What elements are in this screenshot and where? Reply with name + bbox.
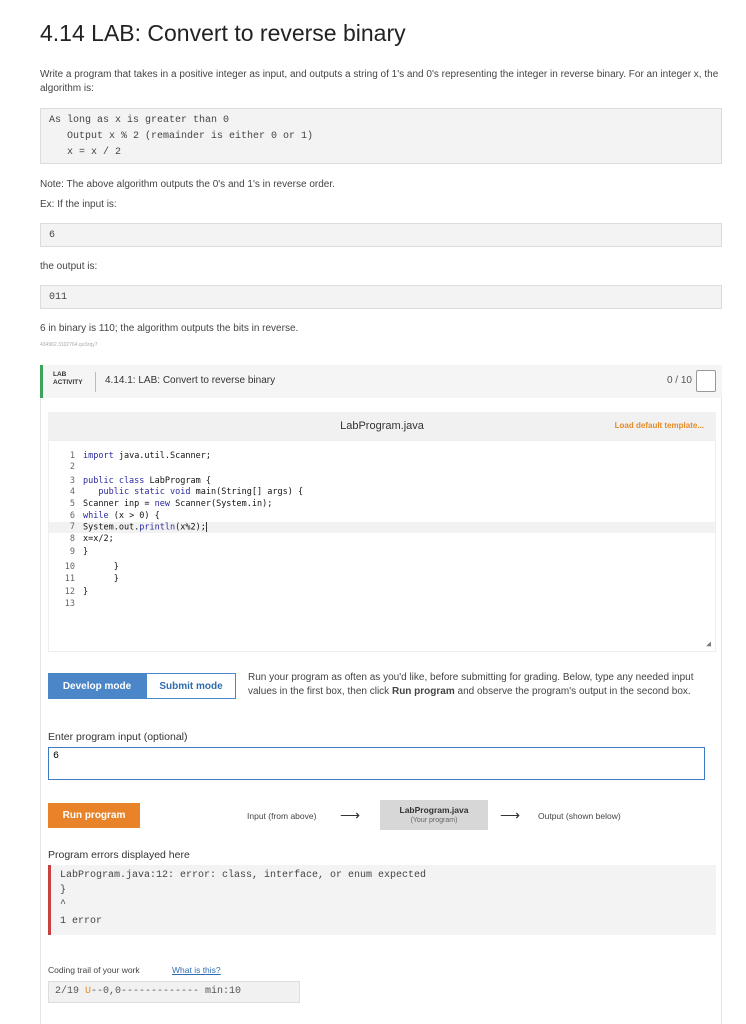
lab-activity-header: LAB ACTIVITY 4.14.1: LAB: Convert to rev… xyxy=(40,365,722,398)
code-line: 6 while (x > 0) { xyxy=(49,511,715,522)
code-text: Scanner inp = new Scanner(System.in); xyxy=(83,499,273,509)
code-text: } xyxy=(83,562,119,572)
coding-trail-label: Coding trail of your work xyxy=(48,965,140,975)
error-line: LabProgram.java:12: error: class, interf… xyxy=(60,870,427,881)
line-number: 2 xyxy=(69,462,75,472)
example-output-value: 011 xyxy=(49,292,68,303)
code-text: public class LabProgram { xyxy=(83,476,211,486)
run-program-button[interactable]: Run program xyxy=(48,803,140,828)
lab-tag-line: ACTIVITY xyxy=(53,379,83,386)
code-text: } xyxy=(83,587,89,597)
submit-mode-button[interactable]: Submit mode xyxy=(146,673,236,699)
line-number: 5 xyxy=(69,499,75,509)
run-desc-text: and observe the program's output in the … xyxy=(454,686,691,697)
code-line: 8 x=x/2; xyxy=(49,534,715,545)
lab-tag-line: LAB xyxy=(53,371,67,378)
lab-activity-tag: LAB ACTIVITY xyxy=(53,371,83,387)
note-text: Note: The above algorithm outputs the 0'… xyxy=(40,179,335,190)
line-number: 10 xyxy=(64,562,75,572)
header-divider xyxy=(95,372,96,392)
code-line: 10 } xyxy=(49,562,715,573)
line-number: 13 xyxy=(64,599,75,609)
resize-handle-icon[interactable]: ◢ xyxy=(706,639,711,648)
page-title: 4.14 LAB: Convert to reverse binary xyxy=(40,20,406,46)
text-cursor xyxy=(205,522,207,532)
line-number: 9 xyxy=(69,547,75,557)
input-from-above-label: Input (from above) xyxy=(247,811,317,821)
error-line: 1 error xyxy=(60,916,103,927)
code-text: System.out.println(x%2); xyxy=(83,522,207,533)
program-box-sub: (Your program) xyxy=(410,817,458,824)
code-text: } xyxy=(83,574,119,584)
line-number: 12 xyxy=(64,587,75,597)
what-is-this-link[interactable]: What is this? xyxy=(172,965,221,975)
code-line: 13 xyxy=(49,599,715,610)
code-text: } xyxy=(83,547,89,557)
example-output-box: 011 xyxy=(40,285,722,309)
example-input-value: 6 xyxy=(49,230,56,241)
example-input-box: 6 xyxy=(40,223,722,247)
trail-prefix: 2/19 xyxy=(55,986,86,997)
algorithm-line: As long as x is greater than 0 xyxy=(49,115,230,126)
trail-rest: --0,0------------- min:10 xyxy=(91,986,242,997)
line-number: 8 xyxy=(69,534,75,544)
explanation-text: 6 in binary is 110; the algorithm output… xyxy=(40,323,299,334)
algorithm-line: Output x % 2 (remainder is either 0 or 1… xyxy=(49,131,314,142)
completion-checkbox xyxy=(696,370,716,392)
error-line: } xyxy=(60,885,67,896)
code-editor[interactable]: 1 import java.util.Scanner; 2 3 public cla… xyxy=(48,440,716,652)
code-line: 9} xyxy=(49,547,715,558)
code-line: 3 public class LabProgram { xyxy=(49,476,715,487)
load-default-template-link[interactable]: Load default template... xyxy=(615,421,704,430)
code-text: public static void main(String[] args) { xyxy=(98,487,304,497)
program-errors-box: LabProgram.java:12: error: class, interf… xyxy=(48,865,716,935)
lab-activity-title: 4.14.1: LAB: Convert to reverse binary xyxy=(105,375,276,386)
program-input-field[interactable]: 6 xyxy=(48,747,705,780)
example-label: Ex: If the input is: xyxy=(40,199,117,210)
develop-mode-button[interactable]: Develop mode xyxy=(48,673,146,699)
editor-toolbar: LabProgram.java Load default template... xyxy=(48,412,716,440)
algorithm-box: As long as x is greater than 0 Output x … xyxy=(40,108,722,164)
line-number: 7 xyxy=(69,522,75,532)
code-line: 1 import java.util.Scanner; xyxy=(49,451,715,462)
code-text: import java.util.Scanner; xyxy=(83,451,211,461)
line-number: 4 xyxy=(69,487,75,497)
program-input-label: Enter program input (optional) xyxy=(48,731,188,743)
code-line: 2 xyxy=(49,462,715,473)
code-text: while (x > 0) { xyxy=(83,511,160,521)
line-number: 11 xyxy=(64,574,75,584)
line-number: 1 xyxy=(69,451,75,461)
error-line: ^ xyxy=(60,899,67,910)
coding-trail-box: 2/19 U--0,0------------- min:10 xyxy=(48,981,300,1003)
code-line: 11 } xyxy=(49,574,715,585)
program-box-name: LabProgram.java xyxy=(399,805,469,815)
score-text: 0 / 10 xyxy=(666,375,692,386)
line-number: 3 xyxy=(69,476,75,486)
algorithm-line: x = x / 2 xyxy=(49,147,122,158)
line-number: 6 xyxy=(69,511,75,521)
run-desc-bold: Run program xyxy=(391,686,455,697)
code-line: 12} xyxy=(49,587,715,598)
output-label: the output is: xyxy=(40,261,98,272)
program-errors-label: Program errors displayed here xyxy=(48,849,190,861)
code-text: x=x/2; xyxy=(83,534,114,544)
code-line: 5 Scanner inp = new Scanner(System.in); xyxy=(49,499,715,510)
arrow-right-icon: ⟶ xyxy=(500,807,521,823)
code-line: 4 public static void main(String[] args)… xyxy=(49,487,715,498)
output-shown-below-label: Output (shown below) xyxy=(538,811,621,821)
run-description: Run your program as often as you'd like,… xyxy=(248,671,716,699)
arrow-right-icon: ⟶ xyxy=(340,807,361,823)
intro-text: Write a program that takes in a positive… xyxy=(40,69,719,94)
code-line-active: 7 System.out.println(x%2); xyxy=(49,522,715,533)
program-box: LabProgram.java (Your program) xyxy=(380,800,488,830)
activity-id: 434962.3102764.qx3zqy7 xyxy=(40,342,98,348)
